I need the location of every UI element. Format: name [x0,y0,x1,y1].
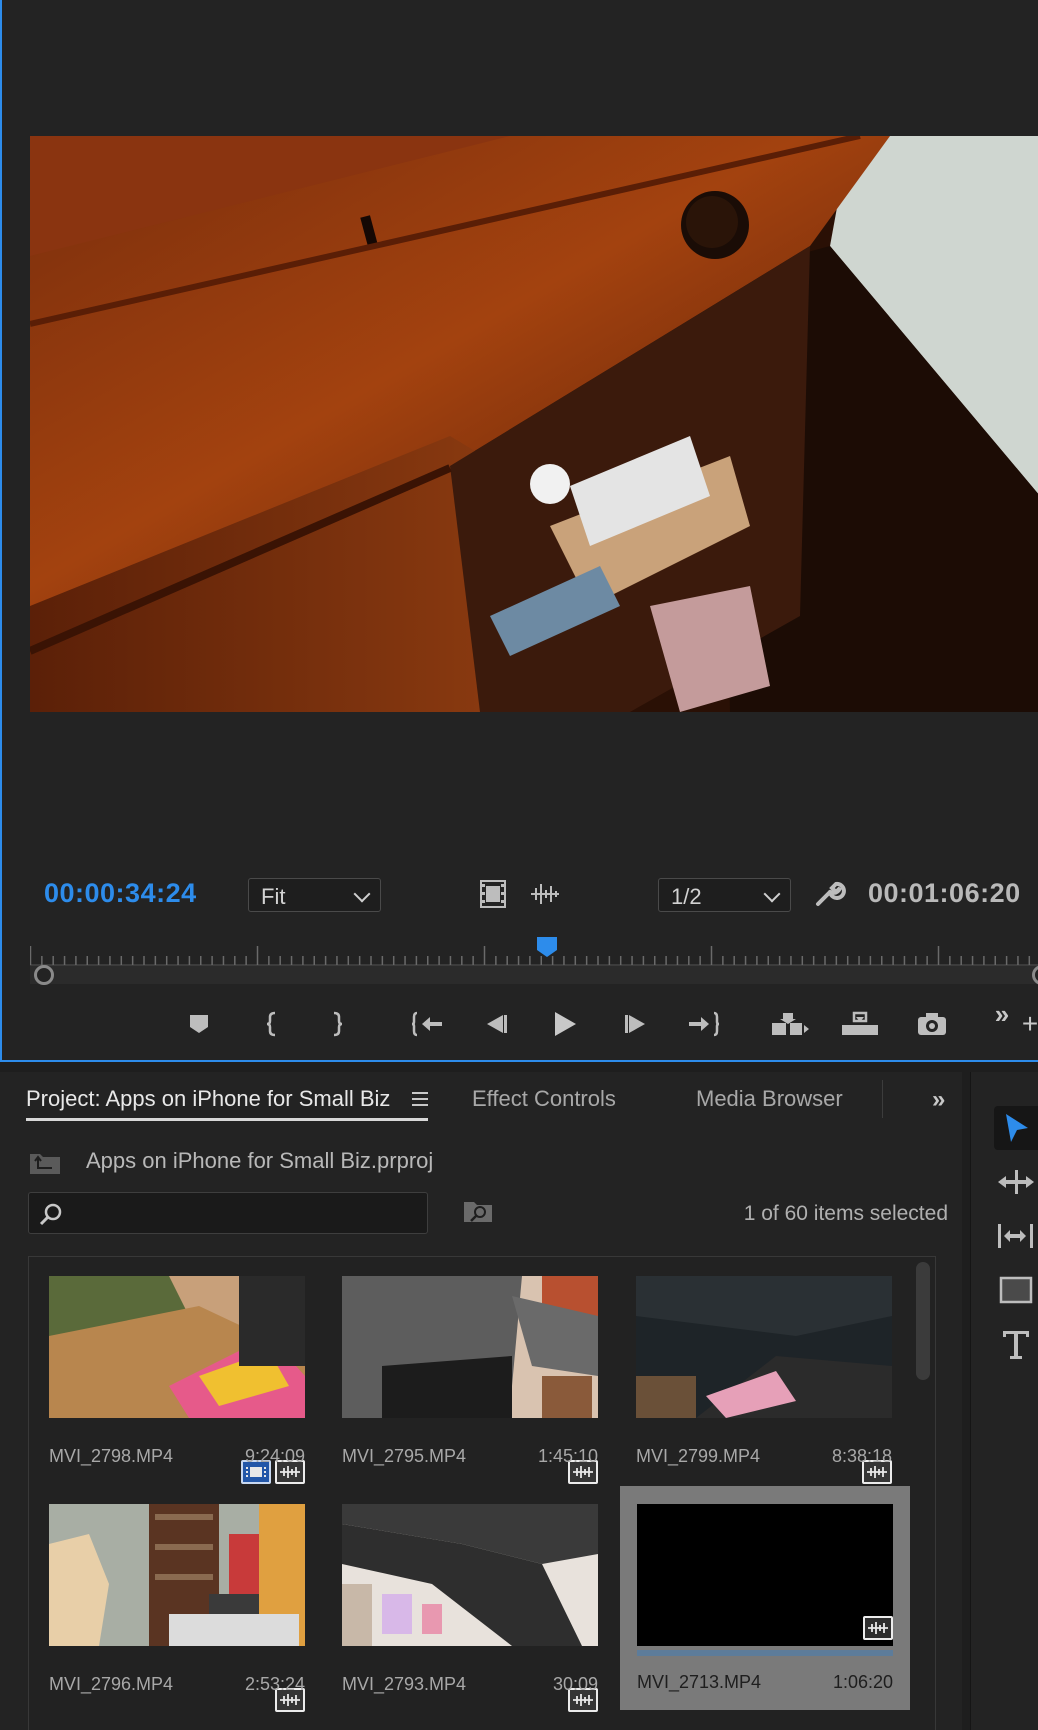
step-forward-icon [625,1015,645,1033]
mark-in-icon [266,1011,276,1037]
clip-duration: 2:53:24 [244,1674,305,1694]
film-strip-icon[interactable] [480,880,506,913]
mark-out-button[interactable] [317,1004,357,1044]
playback-resolution-dropdown[interactable]: 1/2 [658,878,791,912]
duration-timecode: 00:01:06:20 [868,878,1021,908]
type-tool-button[interactable] [994,1322,1038,1366]
zoom-level-value: Fit [261,884,286,909]
add-marker-button[interactable] [179,1004,219,1044]
clip-duration: 30:09 [552,1674,598,1694]
clip-name: MVI_2793.MP4 [342,1674,467,1694]
clip-duration: 8:38:18 [831,1446,892,1466]
search-field[interactable] [28,1192,428,1234]
search-input[interactable] [73,1193,413,1233]
playback-resolution-value: 1/2 [671,884,702,909]
rectangle-tool-icon [999,1276,1033,1304]
playhead-marker[interactable] [536,936,558,958]
clip-item[interactable]: MVI_2793.MP4 30:09 [342,1504,598,1716]
clip-progress-bar [637,1650,893,1656]
tab-project[interactable]: Project: Apps on iPhone for Small Biz [26,1086,390,1112]
slip-tool-button[interactable] [994,1214,1038,1258]
clip-duration: 1:45:10 [537,1446,598,1466]
chevron-down-icon [353,885,371,903]
clip-name: MVI_2796.MP4 [49,1674,174,1694]
time-ruler[interactable] [30,938,1038,966]
program-monitor: 00:00:34:24 Fit 1/2 00:01:06:20 » + [0,0,1038,1062]
clip-thumbnail [49,1276,305,1418]
program-video-frame[interactable] [30,136,1038,712]
transport-overflow-button[interactable]: » [982,994,1022,1034]
clip-thumbnail [49,1504,305,1646]
overwrite-button[interactable] [840,1004,880,1044]
ripple-edit-icon [998,1170,1034,1194]
type-tool-icon [1003,1331,1029,1359]
clip-name: MVI_2799.MP4 [636,1446,761,1466]
rectangle-tool-button[interactable] [994,1268,1038,1312]
insert-button[interactable] [770,1004,810,1044]
go-to-out-button[interactable] [683,1004,723,1044]
clip-name: MVI_2795.MP4 [342,1446,467,1466]
audio-badge-icon [863,1616,893,1640]
overwrite-icon [842,1011,878,1035]
current-timecode[interactable]: 00:00:34:24 [44,878,197,909]
clip-progress-fill [637,1650,893,1656]
clip-thumbnail [637,1504,893,1646]
tab-media-browser[interactable]: Media Browser [696,1086,843,1112]
tabs-overflow-icon[interactable]: » [932,1086,945,1114]
go-to-in-icon [412,1011,442,1037]
clip-name: MVI_2798.MP4 [49,1446,174,1466]
search-icon [39,1202,63,1231]
selection-status: 1 of 60 items selected [743,1202,948,1225]
export-frame-button[interactable] [912,1004,952,1044]
clip-thumbnail [636,1276,892,1418]
go-to-out-icon [689,1011,719,1037]
clip-thumbnail [342,1276,598,1418]
mark-in-button[interactable] [252,1004,292,1044]
selection-tool-icon [1006,1114,1028,1142]
active-tab-underline [26,1118,428,1121]
clip-item[interactable]: MVI_2796.MP4 2:53:24 [49,1504,305,1716]
chevron-down-icon [763,885,781,903]
button-editor-button[interactable]: + [1020,1004,1038,1044]
clip-item[interactable]: MVI_2799.MP4 8:38:18 [636,1276,892,1488]
step-back-icon [487,1015,507,1033]
grid-scrollbar[interactable] [916,1262,930,1380]
selection-tool-button[interactable] [994,1106,1038,1150]
mark-out-icon [333,1011,343,1037]
marker-icon [190,1015,208,1033]
clip-thumbnail [342,1504,598,1646]
step-forward-button[interactable] [616,1004,656,1044]
zoom-scroll-handle-left[interactable] [34,965,54,985]
ripple-edit-tool-button[interactable] [994,1160,1038,1204]
step-back-button[interactable] [476,1004,516,1044]
clip-duration: 9:24:09 [244,1446,305,1466]
zoom-scroll-bar[interactable] [30,966,1038,984]
wrench-icon[interactable] [814,878,846,915]
go-to-in-button[interactable] [408,1004,448,1044]
project-file-name: Apps on iPhone for Small Biz.prproj [86,1148,434,1173]
audio-waveform-icon[interactable] [530,882,560,911]
overflow-icon: » [994,998,1010,1029]
play-button[interactable] [545,1004,585,1044]
play-icon [555,1012,576,1036]
add-icon: + [1021,1008,1038,1039]
video-frame-image [30,136,1038,712]
clip-duration: 1:06:20 [832,1672,893,1692]
camera-icon [918,1013,946,1035]
folder-up-icon[interactable] [28,1148,62,1181]
insert-icon [772,1013,809,1035]
clip-item-selected[interactable]: MVI_2713.MP4 1:06:20 [620,1486,910,1710]
zoom-level-dropdown[interactable]: Fit [248,878,381,912]
slip-tool-icon [998,1224,1033,1248]
clip-name: MVI_2713.MP4 [637,1672,762,1692]
clip-item[interactable]: MVI_2795.MP4 1:45:10 [342,1276,598,1488]
panel-menu-icon[interactable] [412,1092,428,1110]
bin-search-icon[interactable] [462,1198,494,1231]
clip-item[interactable]: MVI_2798.MP4 9:24:09 [49,1276,305,1488]
tab-effect-controls[interactable]: Effect Controls [472,1086,616,1112]
tab-divider [882,1080,883,1118]
